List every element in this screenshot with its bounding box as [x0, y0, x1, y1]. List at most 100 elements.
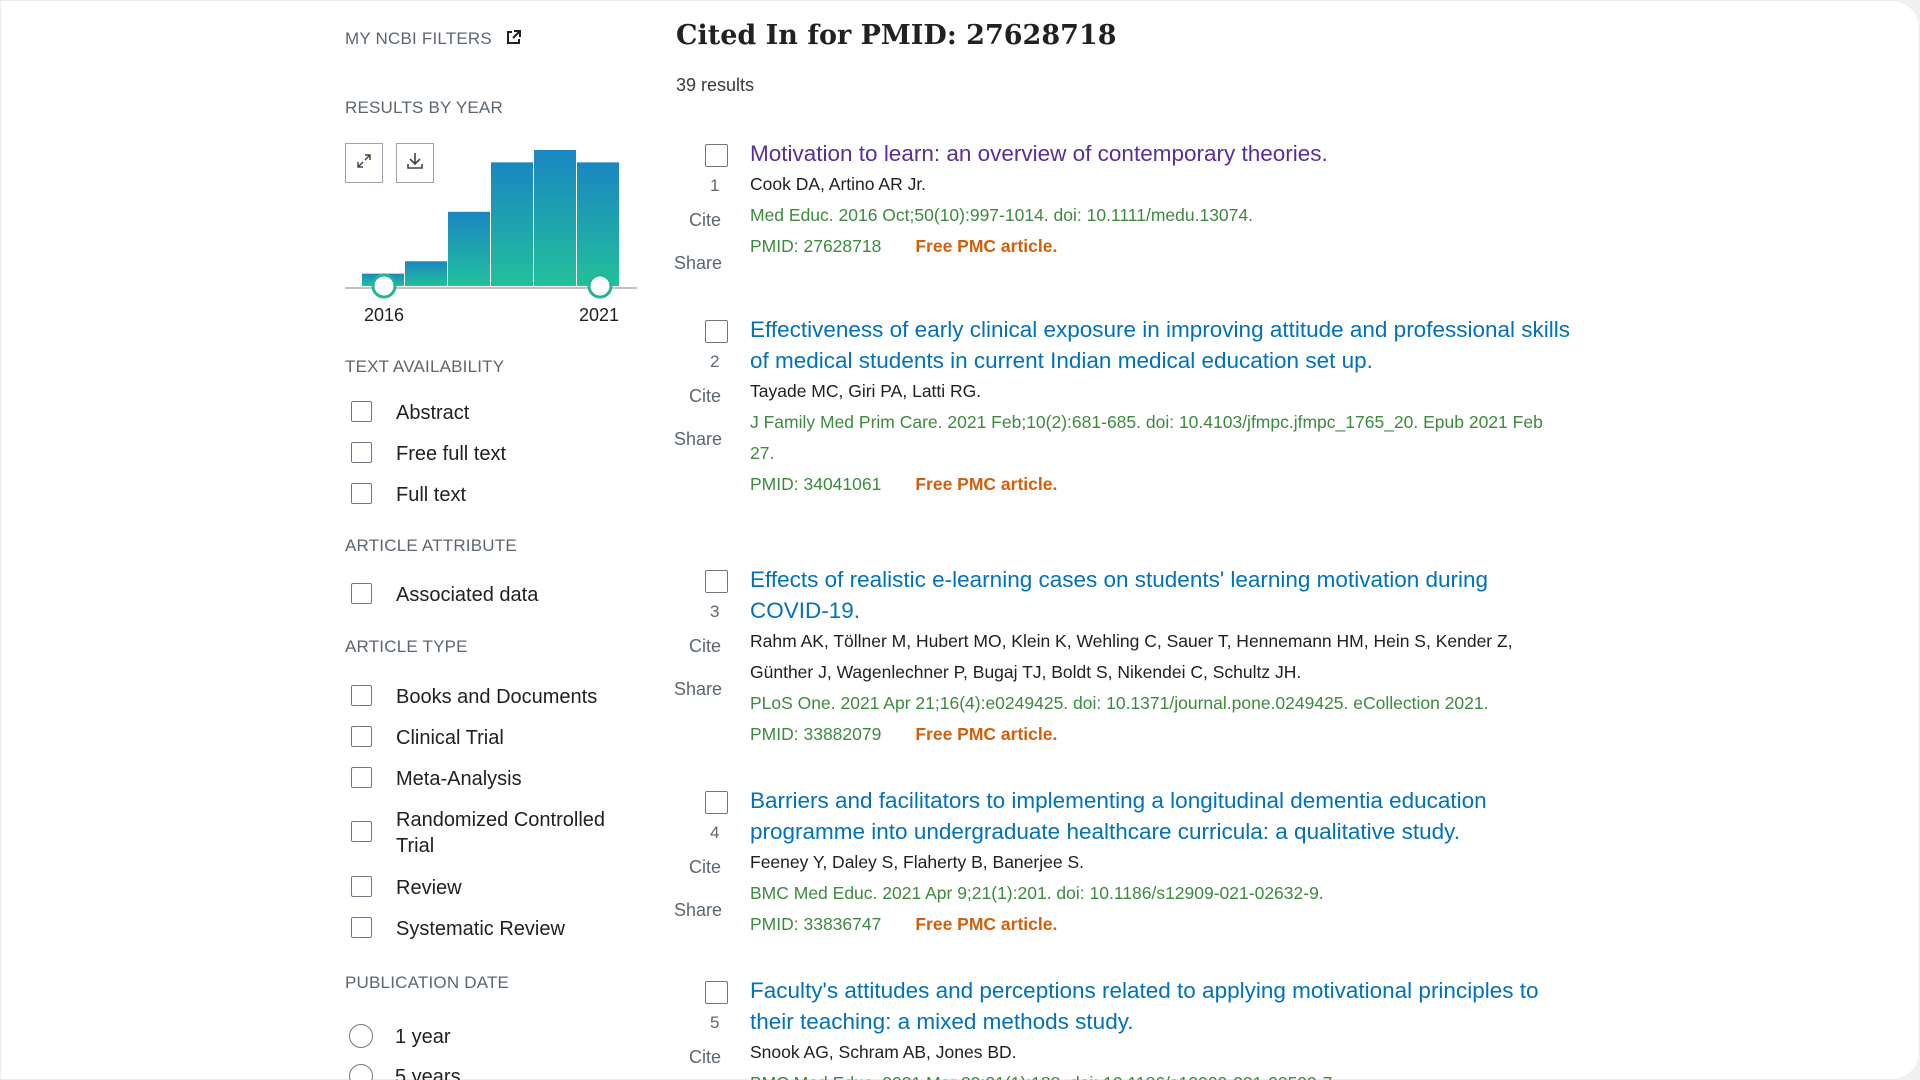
filter-label: Abstract [396, 402, 470, 424]
cite-button[interactable]: Cite [689, 210, 721, 231]
result-select-checkbox[interactable] [705, 570, 728, 593]
browser-page: MY NCBI FILTERS RESULTS BY YEAR 2016 202… [0, 0, 1920, 1080]
year-range-end-label: 2021 [579, 305, 620, 325]
filter-full-text[interactable]: Full text [351, 482, 636, 508]
year-range-start-label: 2016 [364, 305, 405, 325]
result-citation: BMC Med Educ. 2021 Apr 9;21(1):201. doi:… [750, 883, 1324, 903]
result-title-link[interactable]: Barriers and facilitators to implementin… [750, 785, 1570, 847]
free-pmc-badge: Free PMC article. [915, 724, 1058, 744]
result-select-checkbox[interactable] [705, 791, 728, 814]
result-title-link[interactable]: Faculty's attitudes and perceptions rela… [750, 975, 1570, 1037]
result-body: Barriers and facilitators to implementin… [750, 788, 1570, 940]
my-ncbi-filters-link[interactable]: MY NCBI FILTERS [345, 29, 522, 51]
filter-checkbox[interactable] [351, 767, 372, 788]
share-button[interactable]: Share [674, 900, 722, 921]
result-number: 3 [710, 602, 720, 621]
filter-label: Randomized Controlled Trial [396, 809, 606, 857]
result-authors: Feeney Y, Daley S, Flaherty B, Banerjee … [750, 852, 1084, 872]
free-pmc-badge: Free PMC article. [915, 236, 1058, 256]
filter-checkbox[interactable] [351, 876, 372, 897]
cite-button[interactable]: Cite [689, 1047, 721, 1068]
filter-radio[interactable] [349, 1024, 373, 1048]
filter-free-full-text[interactable]: Free full text [351, 441, 636, 467]
filter-associated-data[interactable]: Associated data [351, 582, 636, 608]
filter-randomized-controlled-trial[interactable]: Randomized Controlled Trial [351, 807, 636, 859]
external-link-icon [505, 29, 522, 51]
result-pmid: PMID: 33882079 [750, 724, 882, 744]
filter-systematic-review[interactable]: Systematic Review [351, 916, 636, 942]
year-bar-2018[interactable] [448, 211, 490, 286]
range-end-handle[interactable] [587, 273, 613, 299]
filter-checkbox[interactable] [351, 685, 372, 706]
result-authors: Cook DA, Artino AR Jr. [750, 174, 927, 194]
filter-label: Full text [396, 484, 467, 506]
result-pmid-line: PMID: 33836747 Free PMC article. [750, 909, 1570, 940]
result-pmid: PMID: 27628718 [750, 236, 882, 256]
share-button[interactable]: Share [674, 429, 722, 450]
result-number: 4 [710, 823, 720, 842]
year-bar-2021[interactable] [577, 162, 619, 286]
filter-label: Clinical Trial [396, 727, 504, 749]
result-authors: Tayade MC, Giri PA, Latti RG. [750, 381, 982, 401]
publication-date-heading: PUBLICATION DATE [345, 973, 510, 992]
result-title-link[interactable]: Effectiveness of early clinical exposure… [750, 314, 1570, 376]
article-type-heading: ARTICLE TYPE [345, 637, 468, 656]
filter-label: Review [396, 877, 462, 899]
filter-clinical-trial[interactable]: Clinical Trial [351, 725, 636, 751]
filter-books-and-documents[interactable]: Books and Documents [351, 684, 636, 710]
result-number: 2 [710, 352, 720, 371]
filter-1-year[interactable]: 1 year [349, 1024, 635, 1050]
filter-label: 5 years [395, 1066, 461, 1080]
year-bar-2017[interactable] [405, 261, 447, 286]
result-select-checkbox[interactable] [705, 144, 728, 167]
result-authors: Snook AG, Schram AB, Jones BD. [750, 1042, 1017, 1062]
share-button[interactable]: Share [674, 253, 722, 274]
filter-checkbox[interactable] [351, 483, 372, 504]
year-bar-2019[interactable] [491, 162, 533, 286]
result-body: Motivation to learn: an overview of cont… [750, 141, 1570, 262]
filter-meta-analysis[interactable]: Meta-Analysis [351, 766, 636, 792]
free-pmc-badge: Free PMC article. [915, 474, 1058, 494]
result-authors: Rahm AK, Töllner M, Hubert MO, Klein K, … [750, 631, 1513, 682]
year-histogram[interactable] [345, 140, 645, 300]
result-number: 5 [710, 1013, 720, 1032]
result-citation: J Family Med Prim Care. 2021 Feb;10(2):6… [750, 412, 1543, 463]
cite-button[interactable]: Cite [689, 857, 721, 878]
filter-label: Systematic Review [396, 918, 565, 940]
year-bar-2020[interactable] [534, 150, 576, 286]
filter-radio[interactable] [349, 1064, 373, 1080]
result-pmid-line: PMID: 27628718 Free PMC article. [750, 231, 1570, 262]
filter-5-years[interactable]: 5 years [349, 1064, 635, 1080]
result-title-link[interactable]: Effects of realistic e-learning cases on… [750, 564, 1570, 626]
filter-checkbox[interactable] [351, 583, 372, 604]
results-by-year-chart: 2016 2021 [345, 140, 645, 330]
result-citation: BMC Med Educ. 2021 Mar 29;21(1):188. doi… [750, 1068, 1570, 1080]
my-ncbi-filters-label: MY NCBI FILTERS [345, 29, 492, 48]
filter-review[interactable]: Review [351, 875, 636, 901]
result-pmid: PMID: 33836747 [750, 914, 882, 934]
filter-checkbox[interactable] [351, 401, 372, 422]
results-by-year-heading: RESULTS BY YEAR [345, 98, 503, 117]
cite-button[interactable]: Cite [689, 636, 721, 657]
filter-checkbox[interactable] [351, 442, 372, 463]
result-title-link[interactable]: Motivation to learn: an overview of cont… [750, 138, 1570, 169]
filter-label: Books and Documents [396, 686, 598, 708]
range-start-handle[interactable] [371, 273, 397, 299]
result-body: Effectiveness of early clinical exposure… [750, 317, 1570, 500]
filter-checkbox[interactable] [351, 821, 372, 842]
result-select-checkbox[interactable] [705, 981, 728, 1004]
share-button[interactable]: Share [674, 679, 722, 700]
result-pmid-line: PMID: 33882079 Free PMC article. [750, 719, 1570, 750]
cite-button[interactable]: Cite [689, 386, 721, 407]
free-pmc-badge: Free PMC article. [915, 914, 1058, 934]
result-body: Faculty's attitudes and perceptions rela… [750, 978, 1570, 1080]
filter-label: Associated data [396, 584, 539, 606]
page-title: Cited In for PMID: 27628718 [676, 20, 1117, 51]
filter-label: Meta-Analysis [396, 768, 522, 790]
filter-checkbox[interactable] [351, 917, 372, 938]
result-pmid-line: PMID: 34041061 Free PMC article. [750, 469, 1570, 500]
results-count: 39 results [676, 75, 755, 95]
result-select-checkbox[interactable] [705, 320, 728, 343]
filter-abstract[interactable]: Abstract [351, 400, 636, 426]
filter-checkbox[interactable] [351, 726, 372, 747]
